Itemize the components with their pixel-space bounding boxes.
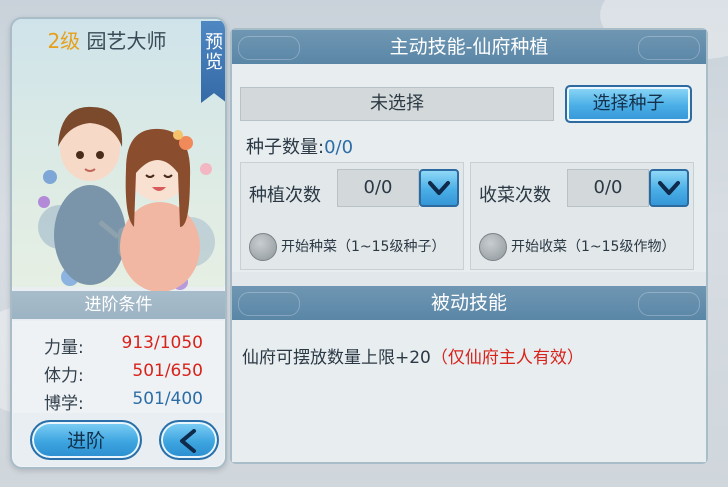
passive-skill-body: 仙府可摆放数量上限+20（仅仙府主人有效） — [232, 320, 706, 462]
chevron-down-icon — [658, 181, 680, 195]
harvest-box: 收菜次数 0/0 开始收菜（1~15级作物） — [470, 162, 694, 270]
title-text: 园艺大师 — [86, 29, 167, 53]
seed-selection-field: 未选择 — [240, 87, 554, 121]
harvest-count-field[interactable]: 0/0 — [567, 169, 649, 207]
stat-row-stamina: 体力: 501/650 — [12, 361, 225, 387]
passive-note: （仅仙府主人有效） — [430, 348, 584, 368]
start-harvest-radio[interactable] — [479, 233, 507, 261]
planting-box: 种植次数 0/0 开始种菜（1~15级种子） — [240, 162, 464, 270]
seed-count: 种子数量:0/0 — [246, 133, 353, 159]
stat-label: 博学: — [44, 394, 84, 414]
skills-panel: 主动技能-仙府种植 未选择 选择种子 种子数量:0/0 种植次数 0/0 开始种… — [230, 28, 708, 464]
stat-label: 力量: — [44, 338, 84, 358]
advance-button[interactable]: 进阶 — [30, 420, 142, 460]
stat-row-knowledge: 博学: 501/400 — [12, 389, 225, 415]
start-planting-label: 开始种菜（1~15级种子） — [281, 239, 446, 255]
stat-value: 501/400 — [132, 389, 203, 409]
back-button[interactable] — [159, 420, 219, 460]
stat-row-strength: 力量: 913/1050 — [12, 333, 225, 359]
stat-value: 501/650 — [132, 361, 203, 381]
passive-skill-text: 仙府可摆放数量上限+20（仅仙府主人有效） — [242, 343, 584, 368]
seed-count-value: 0/0 — [324, 137, 354, 158]
chevron-down-icon — [428, 181, 450, 195]
planting-count-field[interactable]: 0/0 — [337, 169, 419, 207]
active-skill-body: 未选择 选择种子 种子数量:0/0 种植次数 0/0 开始种菜（1~15级种子）… — [232, 64, 706, 272]
planting-dropdown-button[interactable] — [419, 169, 459, 207]
stat-value: 913/1050 — [121, 333, 203, 353]
gardener-couple-illustration — [38, 106, 215, 292]
active-skill-header: 主动技能-仙府种植 — [232, 30, 706, 64]
harvest-dropdown-button[interactable] — [649, 169, 689, 207]
stats-panel: 力量: 913/1050 体力: 501/650 博学: 501/400 — [12, 321, 225, 415]
level-text: 2级 — [47, 29, 81, 53]
harvest-label: 收菜次数 — [479, 185, 551, 206]
character-card: 2级 园艺大师 预览 进阶条件 力量: 913/1050 体力: 501/650… — [10, 17, 227, 469]
passive-effect: 仙府可摆放数量上限+20 — [242, 348, 431, 368]
select-seed-button[interactable]: 选择种子 — [565, 85, 692, 123]
seed-count-label: 种子数量: — [246, 137, 325, 158]
start-planting-radio[interactable] — [249, 233, 277, 261]
chevron-left-icon — [180, 429, 196, 453]
stat-label: 体力: — [44, 366, 84, 386]
advance-conditions-header: 进阶条件 — [12, 291, 225, 319]
planting-label: 种植次数 — [249, 185, 321, 206]
card-title: 2级 园艺大师 — [12, 25, 202, 54]
passive-skill-header: 被动技能 — [232, 286, 706, 320]
start-harvest-label: 开始收菜（1~15级作物） — [511, 239, 676, 255]
